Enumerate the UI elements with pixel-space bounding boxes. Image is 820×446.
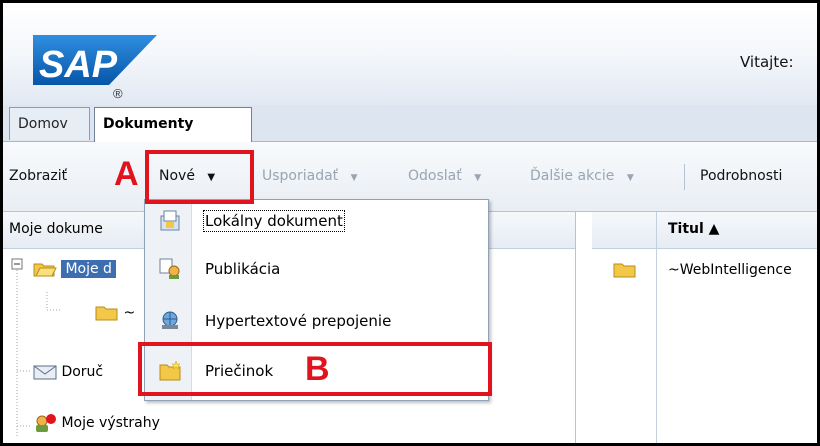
envelope-icon	[33, 365, 57, 380]
sap-logo-mark: ®	[113, 86, 123, 99]
folder-open-icon	[33, 263, 57, 277]
app-frame: SAP ® Vitajte: Domov Dokumenty Zobraziť …	[0, 0, 820, 446]
more-actions-label: Ďalšie akcie	[530, 168, 615, 184]
more-actions-button[interactable]: Ďalšie akcie ▼	[530, 168, 634, 184]
menu-item-label: Publikácia	[205, 260, 281, 278]
annotation-box-a	[145, 150, 254, 204]
send-menu-label: Odoslať	[408, 168, 462, 184]
chevron-down-icon: ▼	[626, 173, 634, 183]
tree-item-my-alerts[interactable]: Moje výstrahy	[33, 413, 160, 433]
tab-bar: Domov Dokumenty	[3, 105, 817, 142]
menu-item-label: Lokálny dokument	[203, 210, 345, 232]
menu-item-hyperlink[interactable]: Hypertextové prepojenie	[145, 300, 488, 344]
annotation-label-a: A	[114, 155, 139, 193]
menu-item-publication[interactable]: Publikácia	[145, 248, 488, 292]
annotation-label-b: B	[305, 350, 330, 388]
hyperlink-icon	[162, 311, 178, 329]
chevron-down-icon: ▼	[474, 173, 482, 183]
sap-logo-text: SAP	[39, 44, 118, 86]
details-button[interactable]: Podrobnosti	[700, 168, 782, 184]
toolbar-divider	[684, 164, 685, 190]
organize-menu-label: Usporiadať	[262, 168, 339, 184]
organize-menu-button[interactable]: Usporiadať ▼	[262, 168, 358, 184]
tree-item-label: Moje d	[61, 260, 116, 278]
header-bar: SAP ® Vitajte:	[3, 3, 817, 105]
tab-home[interactable]: Domov	[9, 107, 90, 140]
publication-icon	[159, 258, 180, 279]
column-divider	[656, 248, 657, 443]
column-title-header[interactable]: Titul ▲	[668, 221, 719, 237]
tree-item-inbox[interactable]: Doruč	[33, 363, 103, 381]
tree-item-label: Moje výstrahy	[61, 415, 160, 431]
folder-icon	[95, 306, 118, 321]
menu-item-label: Hypertextové prepojenie	[205, 312, 392, 330]
welcome-text: Vitajte:	[740, 53, 794, 71]
local-document-icon	[160, 210, 180, 231]
document-list-pane: Titul ▲ ~WebIntelligence	[592, 212, 817, 443]
view-menu-button[interactable]: Zobraziť	[9, 168, 67, 184]
alerts-icon	[36, 414, 56, 432]
folder-icon	[613, 263, 636, 278]
tree-item-my-documents[interactable]: Moje d	[33, 260, 116, 278]
tab-documents[interactable]: Dokumenty	[94, 107, 252, 142]
tree-item-subfolder[interactable]: ~	[95, 304, 135, 322]
column-divider	[656, 212, 657, 248]
send-menu-button[interactable]: Odoslať ▼	[408, 168, 481, 184]
menu-item-local-document[interactable]: Lokálny dokument	[145, 200, 488, 244]
tree-item-label: ~	[123, 305, 136, 321]
tree-item-label: Doruč	[61, 364, 104, 380]
document-list-header: Titul ▲	[592, 212, 817, 249]
folder-tree-title: Moje dokume	[9, 221, 103, 237]
sap-logo: SAP ®	[33, 35, 157, 99]
chevron-down-icon: ▼	[350, 173, 358, 183]
document-row-title[interactable]: ~WebIntelligence	[668, 262, 792, 278]
